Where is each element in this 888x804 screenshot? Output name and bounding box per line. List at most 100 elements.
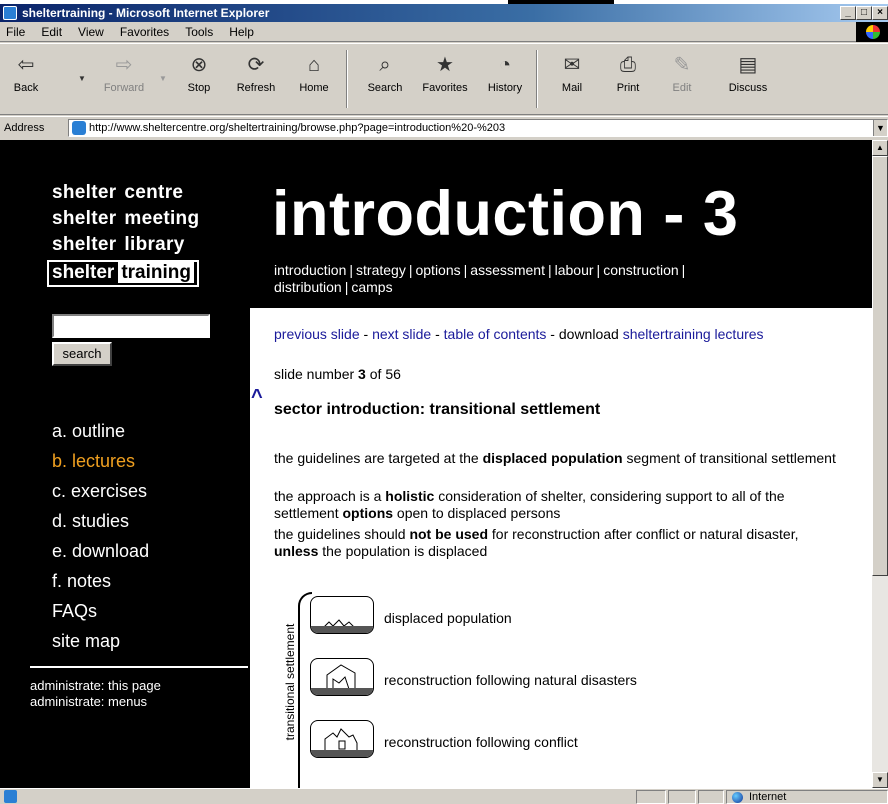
- topic-link-labour[interactable]: labour: [555, 262, 594, 278]
- table-of-contents-link[interactable]: table of contents: [444, 326, 547, 342]
- text-run: segment of transitional settlement: [622, 450, 836, 466]
- section-link-site-map[interactable]: site map: [52, 626, 149, 656]
- vertical-scrollbar[interactable]: ▲ ▼: [872, 140, 888, 788]
- history-icon: ◔: [498, 54, 512, 76]
- search-toolbar-button[interactable]: ⌕ Search: [360, 46, 410, 112]
- edit-button[interactable]: ✎ Edit: [664, 46, 700, 112]
- site-link-library[interactable]: shelter library: [52, 232, 199, 258]
- slide-count-prefix: slide number: [274, 366, 355, 382]
- download-lectures-link[interactable]: sheltertraining lectures: [623, 326, 764, 342]
- search-toolbar-label: Search: [367, 82, 403, 94]
- ruined-house-icon: [310, 720, 374, 758]
- search-input[interactable]: [52, 314, 210, 338]
- home-button[interactable]: ⌂ Home: [292, 46, 336, 112]
- menu-file[interactable]: File: [0, 25, 33, 39]
- mail-button[interactable]: ✉ Mail: [550, 46, 594, 112]
- diagram-vertical-label: transitional settlement: [283, 623, 297, 741]
- print-icon: ⎙: [620, 54, 636, 76]
- scrollbar-thumb[interactable]: [872, 156, 888, 576]
- menu-tools[interactable]: Tools: [177, 25, 221, 39]
- admin-menus-link[interactable]: administrate: menus: [30, 694, 161, 710]
- text-run: the guidelines are targeted at the: [274, 450, 483, 466]
- topic-link-options[interactable]: options: [415, 262, 460, 278]
- refresh-label: Refresh: [236, 82, 276, 94]
- next-slide-link[interactable]: next slide: [372, 326, 431, 342]
- forward-dropdown[interactable]: ▼: [158, 46, 168, 112]
- print-button[interactable]: ⎙ Print: [608, 46, 648, 112]
- close-button[interactable]: ×: [872, 6, 888, 20]
- topic-separator: |: [681, 262, 686, 278]
- section-link-lectures[interactable]: b. lectures: [52, 446, 149, 476]
- site-link-training-active[interactable]: shelter training: [47, 260, 199, 287]
- home-label: Home: [299, 82, 329, 94]
- discuss-button[interactable]: ▤ Discuss: [720, 46, 776, 112]
- download-text: download: [558, 326, 619, 342]
- topic-separator: |: [344, 279, 349, 295]
- search-button[interactable]: search: [52, 342, 112, 366]
- section-link-download[interactable]: e. download: [52, 536, 149, 566]
- section-link-notes[interactable]: f. notes: [52, 566, 149, 596]
- section-link-faqs[interactable]: FAQs: [52, 596, 149, 626]
- bold-run: displaced population: [482, 450, 623, 466]
- back-label: Back: [13, 82, 39, 94]
- window-title-bar[interactable]: sheltertraining - Microsoft Internet Exp…: [0, 4, 888, 22]
- globe-icon: [732, 792, 743, 803]
- slide-paragraph-3: the guidelines should not be used for re…: [274, 526, 844, 560]
- topic-link-construction[interactable]: construction: [603, 262, 678, 278]
- menu-favorites[interactable]: Favorites: [112, 25, 177, 39]
- history-button[interactable]: ◔ History: [480, 46, 530, 112]
- topic-link-distribution[interactable]: distribution: [274, 279, 342, 295]
- forward-button[interactable]: ⇨ Forward: [96, 46, 152, 112]
- topic-link-introduction[interactable]: introduction: [274, 262, 346, 278]
- diagram-row-label: reconstruction following natural disaste…: [384, 672, 637, 688]
- menu-help[interactable]: Help: [221, 25, 262, 39]
- slide-current-number: 3: [358, 366, 366, 382]
- ie-page-icon: [3, 6, 17, 20]
- site-link-centre[interactable]: shelter centre: [52, 180, 199, 206]
- back-dropdown[interactable]: ▼: [78, 46, 86, 112]
- windows-logo-icon: [856, 22, 888, 42]
- dropdown-arrow-icon: ▼: [159, 74, 167, 83]
- section-link-outline[interactable]: a. outline: [52, 416, 149, 446]
- up-caret-icon[interactable]: ^: [251, 386, 263, 409]
- topic-separator: |: [547, 262, 552, 278]
- print-label: Print: [616, 82, 640, 94]
- text-run: the approach is a: [274, 488, 386, 504]
- status-cell: [698, 790, 724, 804]
- toolbar-separator: [346, 50, 348, 108]
- topic-link-assessment[interactable]: assessment: [470, 262, 545, 278]
- page-viewport: shelter centre shelter meeting shelter libr…: [0, 140, 872, 788]
- address-input[interactable]: http://www.sheltercentre.org/sheltertrai…: [68, 119, 888, 137]
- minimize-button[interactable]: _: [840, 6, 856, 20]
- security-zone: Internet: [726, 790, 888, 804]
- menu-edit[interactable]: Edit: [33, 25, 70, 39]
- diagram-row-label: reconstruction following conflict: [384, 734, 578, 750]
- refresh-button[interactable]: ⟳ Refresh: [230, 46, 282, 112]
- tents-icon: [310, 596, 374, 634]
- forward-label: Forward: [103, 82, 145, 94]
- previous-slide-link[interactable]: previous slide: [274, 326, 360, 342]
- site-link-meeting[interactable]: shelter meeting: [52, 206, 199, 232]
- admin-links: administrate: this page administrate: me…: [30, 678, 161, 710]
- address-url: http://www.sheltercentre.org/sheltertrai…: [89, 122, 506, 134]
- back-button[interactable]: ⇦ Back: [6, 46, 46, 112]
- stop-button[interactable]: ⊗ Stop: [176, 46, 222, 112]
- section-link-exercises[interactable]: c. exercises: [52, 476, 149, 506]
- admin-this-page-link[interactable]: administrate: this page: [30, 678, 161, 694]
- site-link-word: training: [118, 262, 194, 283]
- topic-link-strategy[interactable]: strategy: [356, 262, 406, 278]
- scroll-down-icon[interactable]: ▼: [872, 772, 888, 788]
- discuss-icon: ▤: [738, 54, 758, 76]
- scroll-up-icon[interactable]: ▲: [872, 140, 888, 156]
- menu-view[interactable]: View: [70, 25, 112, 39]
- page-title: introduction - 3: [272, 179, 739, 249]
- edit-label: Edit: [672, 82, 692, 94]
- address-dropdown-icon[interactable]: ▼: [873, 120, 887, 136]
- section-link-studies[interactable]: d. studies: [52, 506, 149, 536]
- topic-link-camps[interactable]: camps: [351, 279, 392, 295]
- site-link-word: shelter: [52, 208, 117, 229]
- menu-bar: File Edit View Favorites Tools Help: [0, 22, 888, 42]
- diagram-row-label: displaced population: [384, 610, 512, 626]
- maximize-button[interactable]: □: [856, 6, 872, 20]
- favorites-button[interactable]: ★ Favorites: [414, 46, 476, 112]
